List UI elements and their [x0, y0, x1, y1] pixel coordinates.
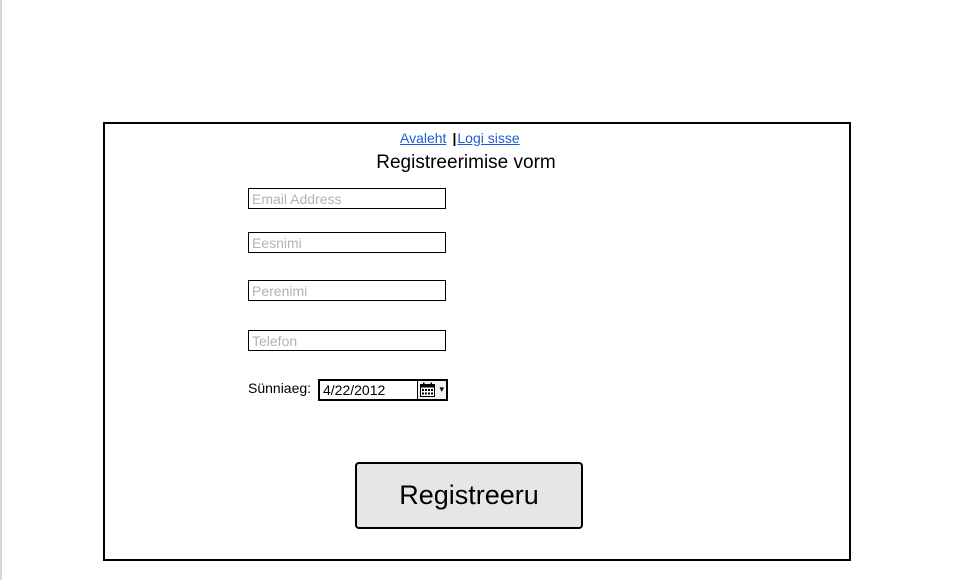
- birthdate-picker[interactable]: 4/22/2012 ▾: [318, 379, 448, 401]
- birthdate-label: Sünniaeg:: [248, 380, 312, 396]
- calendar-icon: [420, 382, 435, 397]
- first-name-field[interactable]: [248, 232, 446, 253]
- calendar-button[interactable]: ▾: [417, 381, 446, 399]
- last-name-field[interactable]: [248, 280, 446, 301]
- email-field[interactable]: [248, 188, 446, 209]
- registration-panel: Avaleht |Logi sisse Registreerimise vorm …: [103, 122, 851, 561]
- home-link[interactable]: Avaleht: [400, 130, 446, 146]
- chevron-down-icon: ▾: [439, 384, 444, 394]
- page-left-edge: [0, 0, 2, 580]
- birthdate-value: 4/22/2012: [323, 382, 386, 398]
- login-link[interactable]: Logi sisse: [457, 130, 519, 146]
- nav-separator: |: [452, 130, 457, 146]
- phone-field[interactable]: [248, 330, 446, 351]
- top-nav: Avaleht |Logi sisse: [400, 130, 520, 146]
- form-title: Registreerimise vorm: [376, 152, 556, 173]
- register-button[interactable]: Registreeru: [355, 462, 583, 529]
